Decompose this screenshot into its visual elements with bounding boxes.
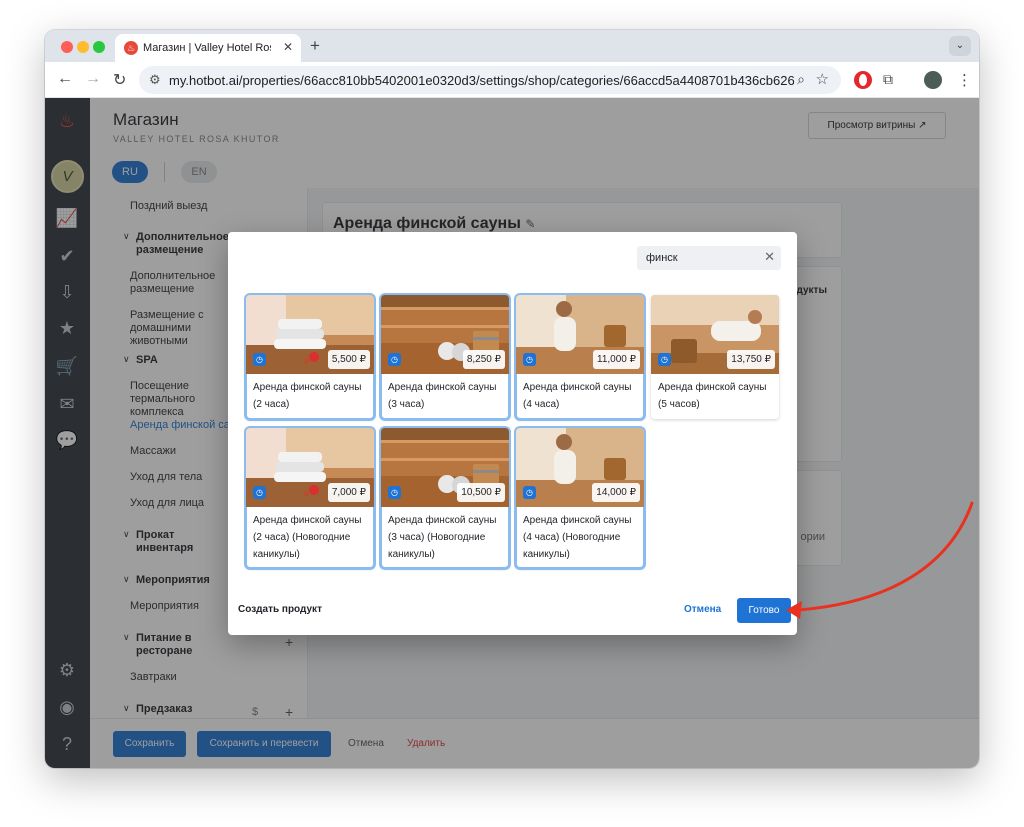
bookmark-star-icon[interactable]: ☆: [816, 70, 829, 88]
clear-search-icon[interactable]: ✕: [764, 249, 775, 265]
profile-avatar[interactable]: [924, 71, 942, 89]
browser-toolbar: ← → ↻ ⚙ my.hotbot.ai/properties/66acc810…: [45, 62, 979, 98]
tab-title: Магазин | Valley Hotel Rosa Khutor: [143, 42, 271, 54]
product-card[interactable]: ◷ 5,500 ₽ Аренда финской сауны (2 часа): [244, 293, 376, 421]
product-price: 8,250 ₽: [462, 350, 505, 369]
reload-icon[interactable]: ↻: [113, 70, 126, 90]
forward-icon[interactable]: →: [85, 70, 101, 88]
minimize-window-button[interactable]: [77, 41, 89, 53]
product-name: Аренда финской сауны (2 часа): [253, 382, 362, 410]
product-name: Аренда финской сауны (5 часов): [658, 382, 767, 410]
product-card[interactable]: ◷ 7,000 ₽ Аренда финской сауны (2 часа) (Н…: [244, 426, 376, 570]
product-card[interactable]: ◷ 14,000 ₽ Аренда финской сауны (4 часа) (…: [514, 426, 646, 570]
search-value: финск: [646, 252, 678, 264]
product-price: 13,750 ₽: [727, 350, 775, 369]
close-window-button[interactable]: [61, 41, 73, 53]
product-search-input[interactable]: финск ✕: [637, 246, 781, 270]
product-card[interactable]: ◷ 11,000 ₽ Аренда финской сауны (4 часа): [514, 293, 646, 421]
zoom-icon[interactable]: ⌕: [797, 71, 805, 88]
browser-menu-icon[interactable]: ⋮: [957, 71, 972, 89]
product-picker-modal: финск ✕ ◷ 5,500 ₽ Аренда финской сауны (2 …: [228, 232, 797, 635]
clock-icon: ◷: [388, 353, 401, 366]
product-price: 10,500 ₽: [457, 483, 505, 502]
new-tab-icon[interactable]: +: [310, 36, 320, 56]
product-name: Аренда финской сауны (4 часа): [523, 382, 632, 410]
address-bar[interactable]: ⚙ my.hotbot.ai/properties/66acc810bb5402…: [139, 66, 841, 94]
create-product-button[interactable]: Создать продукт: [238, 604, 322, 615]
product-price: 5,500 ₽: [327, 350, 370, 369]
opera-extension-icon[interactable]: [854, 71, 872, 89]
product-name: Аренда финской сауны (3 часа) (Новогодни…: [388, 515, 497, 560]
clock-icon: ◷: [253, 353, 266, 366]
site-settings-icon[interactable]: ⚙: [149, 72, 161, 88]
tab-search-icon[interactable]: ⌄: [949, 36, 971, 56]
tab-bar: ♨ Магазин | Valley Hotel Rosa Khutor ✕ +…: [45, 30, 979, 62]
product-card[interactable]: ◷ 10,500 ₽ Аренда финской сауны (3 часа) (…: [379, 426, 511, 570]
annotation-arrow: [786, 501, 974, 619]
back-icon[interactable]: ←: [57, 70, 73, 88]
product-name: Аренда финской сауны (3 часа): [388, 382, 497, 410]
product-card[interactable]: ◷ 8,250 ₽ Аренда финской сауны (3 часа): [379, 293, 511, 421]
maximize-window-button[interactable]: [93, 41, 105, 53]
clock-icon: ◷: [523, 486, 536, 499]
browser-tab[interactable]: ♨ Магазин | Valley Hotel Rosa Khutor ✕: [115, 34, 301, 62]
product-card[interactable]: ◷ 13,750 ₽ Аренда финской сауны (5 часов): [651, 295, 779, 419]
clock-icon: ◷: [658, 353, 671, 366]
clock-icon: ◷: [523, 353, 536, 366]
modal-cancel-button[interactable]: Отмена: [684, 604, 721, 615]
clock-icon: ◷: [388, 486, 401, 499]
extensions-puzzle-icon[interactable]: ⧉: [883, 71, 901, 89]
product-price: 11,000 ₽: [593, 350, 640, 369]
product-name: Аренда финской сауны (4 часа) (Новогодни…: [523, 515, 632, 560]
product-price: 14,000 ₽: [592, 483, 640, 502]
product-price: 7,000 ₽: [327, 483, 370, 502]
product-name: Аренда финской сауны (2 часа) (Новогодни…: [253, 515, 362, 560]
hotbot-favicon-icon: ♨: [124, 41, 138, 55]
url-text: my.hotbot.ai/properties/66acc810bb540200…: [169, 73, 795, 88]
tab-close-icon[interactable]: ✕: [281, 40, 295, 54]
clock-icon: ◷: [253, 486, 266, 499]
